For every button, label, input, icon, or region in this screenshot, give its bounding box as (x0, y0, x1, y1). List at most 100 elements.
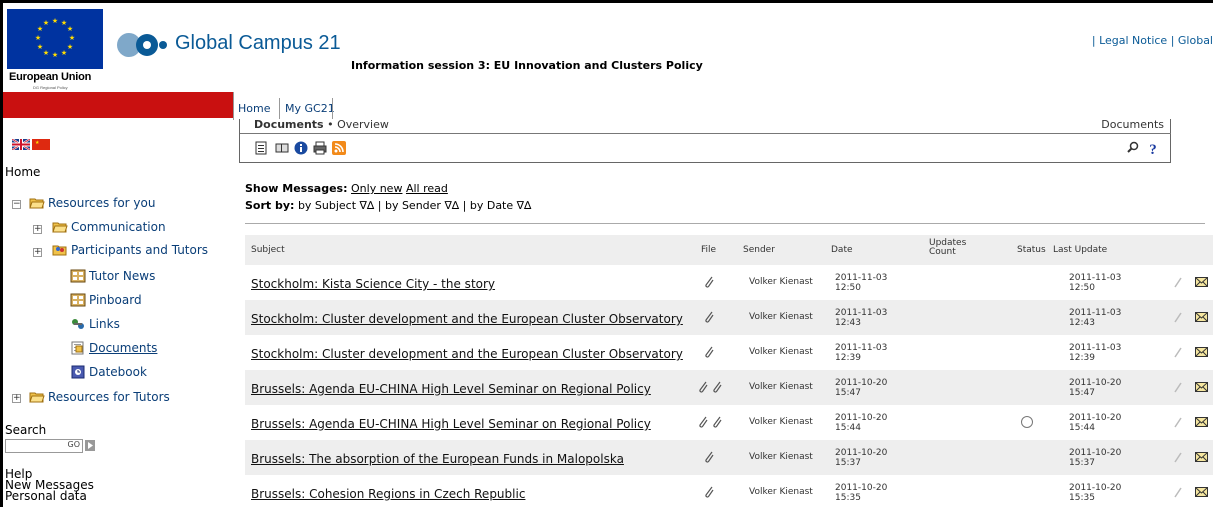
search-go-button[interactable] (85, 440, 95, 451)
main-content: Documents • Overview Documents ? Show Me… (239, 118, 1213, 507)
messages-table: Subject File Sender Date Updates Count St… (245, 235, 1213, 507)
sort-by-label: Sort by: (245, 199, 295, 212)
table-row[interactable]: Brussels: Agenda EU-CHINA High Level Sem… (245, 405, 1213, 440)
attachment-icon[interactable] (697, 380, 709, 394)
uk-flag-icon[interactable] (11, 138, 31, 151)
mail-icon[interactable] (1195, 347, 1208, 360)
attachment-icon[interactable] (703, 310, 715, 324)
edit-icon[interactable] (1173, 311, 1183, 326)
search-go-label[interactable]: GO (68, 440, 81, 449)
china-flag-icon[interactable]: ★ (32, 139, 50, 150)
new-document-icon[interactable] (254, 141, 268, 155)
folder-open-icon (29, 196, 45, 210)
header-date[interactable]: Date (831, 245, 853, 255)
row-last-update-time: 12:50 (1069, 283, 1095, 293)
sidebar-item-home[interactable]: Home (5, 165, 40, 179)
sidebar-item-resources-for-tutors[interactable]: Resources for Tutors (29, 390, 170, 404)
expand-icon[interactable]: + (33, 248, 42, 257)
mail-icon[interactable] (1195, 452, 1208, 465)
attachment-icon[interactable] (703, 485, 715, 499)
row-subject-link[interactable]: Brussels: Cohesion Regions in Czech Repu… (251, 487, 525, 501)
sort-by: Sort by: by Subject ∇∆ | by Sender ∇∆ | … (245, 199, 531, 212)
edit-icon[interactable] (1173, 381, 1183, 396)
sidebar-item-label: Pinboard (89, 293, 142, 307)
edit-icon[interactable] (1173, 486, 1183, 501)
help-icon[interactable]: ? (1146, 141, 1160, 158)
edit-icon[interactable] (1173, 346, 1183, 361)
attachment-icon[interactable] (703, 275, 715, 289)
rss-icon[interactable] (332, 141, 346, 155)
attachment-icon[interactable] (711, 415, 723, 429)
row-date-day: 2011-10-20 (835, 448, 888, 458)
sidebar-item-resources-for-you[interactable]: Resources for you (29, 196, 155, 210)
table-row[interactable]: Stockholm: Cluster development and the E… (245, 300, 1213, 335)
tab-home[interactable]: Home (238, 102, 270, 115)
sidebar-item-links[interactable]: Links (70, 317, 120, 331)
personal-data-link[interactable]: Personal data (5, 490, 94, 502)
gc21-logo-icon[interactable] (113, 27, 177, 63)
table-header: Subject File Sender Date Updates Count St… (245, 235, 1213, 265)
eu-flag-icon: ★ ★ ★ ★ ★ ★ ★ ★ ★ ★ ★ ★ (7, 9, 103, 69)
search-input[interactable]: GO (5, 439, 83, 453)
mail-icon[interactable] (1195, 277, 1208, 290)
page-frame: ★ ★ ★ ★ ★ ★ ★ ★ ★ ★ ★ ★ European Union D… (0, 0, 1213, 507)
row-subject-link[interactable]: Brussels: Agenda EU-CHINA High Level Sem… (251, 382, 651, 396)
sidebar-item-participants[interactable]: Participants and Tutors (52, 243, 208, 257)
breadcrumb-page: Overview (337, 118, 389, 131)
attachment-icon[interactable] (703, 345, 715, 359)
tab-my-gc21[interactable]: My GC21 (285, 102, 335, 115)
header-subject[interactable]: Subject (251, 245, 285, 255)
edit-icon[interactable] (1173, 416, 1183, 431)
eu-logo[interactable]: ★ ★ ★ ★ ★ ★ ★ ★ ★ ★ ★ ★ European Union D… (7, 9, 103, 91)
table-row[interactable]: Stockholm: Kista Science City - the stor… (245, 265, 1213, 300)
info-icon[interactable] (294, 141, 308, 155)
sidebar-item-documents[interactable]: Documents (70, 341, 157, 355)
top-tabs: Home My GC21 (233, 92, 335, 120)
all-read-link[interactable]: All read (406, 182, 448, 195)
status-radio[interactable] (1021, 416, 1033, 428)
svg-text:★: ★ (35, 34, 41, 42)
expand-icon[interactable]: + (33, 225, 42, 234)
sidebar-item-label: Links (89, 317, 120, 331)
breadcrumb-section[interactable]: Documents (254, 118, 324, 131)
only-new-link[interactable]: Only new (351, 182, 402, 195)
row-subject-link[interactable]: Stockholm: Cluster development and the E… (251, 347, 683, 361)
row-subject-link[interactable]: Brussels: The absorption of the European… (251, 452, 624, 466)
header-sender[interactable]: Sender (743, 245, 775, 255)
collapse-icon[interactable]: − (12, 200, 21, 209)
mail-icon[interactable] (1195, 417, 1208, 430)
book-icon[interactable] (275, 141, 289, 155)
mail-icon[interactable] (1195, 312, 1208, 325)
table-row[interactable]: Brussels: Agenda EU-CHINA High Level Sem… (245, 370, 1213, 405)
row-subject-link[interactable]: Stockholm: Kista Science City - the stor… (251, 277, 495, 291)
edit-icon[interactable] (1173, 276, 1183, 291)
sidebar-item-datebook[interactable]: Datebook (70, 365, 147, 379)
table-row[interactable]: Stockholm: Cluster development and the E… (245, 335, 1213, 370)
site-title[interactable]: Global Campus 21 (175, 32, 341, 55)
mail-icon[interactable] (1195, 487, 1208, 500)
sort-options[interactable]: by Subject ∇∆ | by Sender ∇∆ | by Date ∇… (298, 199, 531, 212)
expand-icon[interactable]: + (12, 394, 21, 403)
sidebar-item-tutor-news[interactable]: Tutor News (70, 269, 155, 283)
sidebar-item-communication[interactable]: Communication (52, 220, 166, 234)
documents-label: Documents (1101, 118, 1164, 131)
print-icon[interactable] (313, 141, 327, 155)
attachment-icon[interactable] (711, 380, 723, 394)
eu-sublabel: DG Regional Policy (33, 85, 68, 90)
svg-text:★: ★ (43, 19, 49, 27)
row-last-update-time: 15:37 (1069, 458, 1095, 468)
row-date-day: 2011-11-03 (835, 343, 888, 353)
table-row[interactable]: Brussels: Cohesion Regions in Czech Repu… (245, 475, 1213, 507)
edit-icon[interactable] (1173, 451, 1183, 466)
search-icon[interactable] (1126, 141, 1140, 155)
sidebar-item-pinboard[interactable]: Pinboard (70, 293, 142, 307)
attachment-icon[interactable] (697, 415, 709, 429)
row-date: 2011-10-20 15:44 (835, 413, 887, 433)
table-row[interactable]: Brussels: The absorption of the European… (245, 440, 1213, 475)
row-subject-link[interactable]: Brussels: Agenda EU-CHINA High Level Sem… (251, 417, 651, 431)
top-links-text[interactable]: | Legal Notice | Global (1092, 34, 1213, 47)
attachment-icon[interactable] (703, 450, 715, 464)
mail-icon[interactable] (1195, 382, 1208, 395)
row-subject-link[interactable]: Stockholm: Cluster development and the E… (251, 312, 683, 326)
top-links[interactable]: | Legal Notice | Global (1092, 34, 1213, 47)
